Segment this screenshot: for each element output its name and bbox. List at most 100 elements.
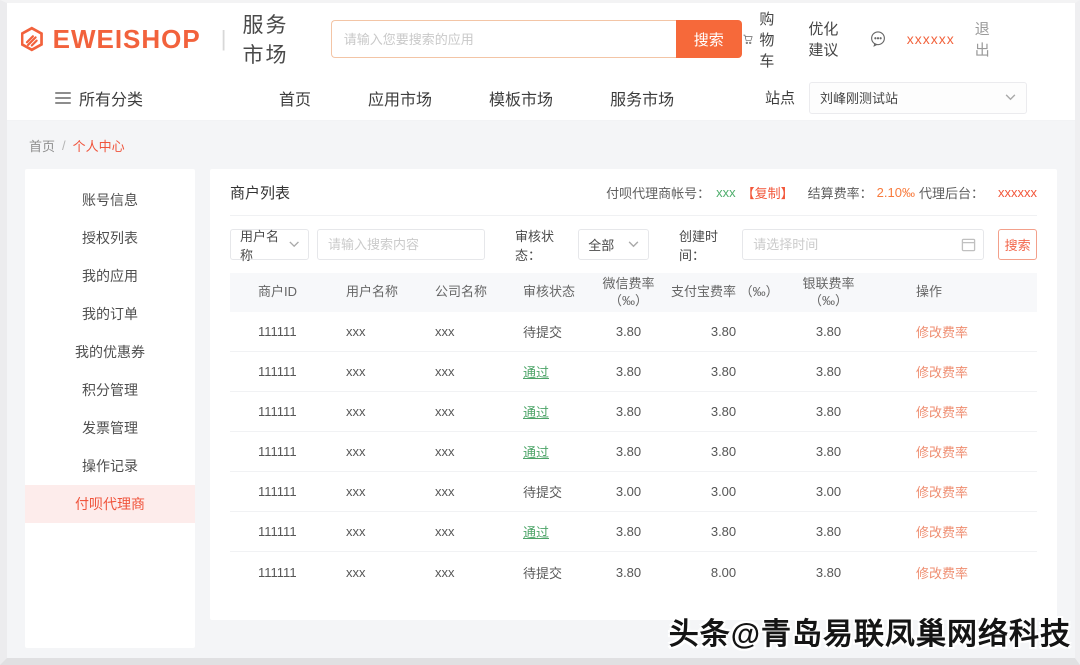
cell-audit-status[interactable]: 通过: [510, 522, 586, 541]
date-picker: [742, 229, 984, 260]
modify-rate-link[interactable]: 修改费率: [916, 405, 968, 420]
cell-merchant-id: 111111: [230, 484, 333, 499]
chevron-down-icon: [289, 241, 299, 248]
all-categories-menu[interactable]: 所有分类: [55, 86, 143, 110]
cell-user-name: xxx: [333, 404, 420, 419]
cell-audit-status[interactable]: 通过: [510, 362, 586, 381]
cell-company-name: xxx: [420, 364, 510, 379]
cell-wechat-rate: 3.80: [586, 444, 671, 459]
table-row: 111111xxxxxx待提交3.808.003.80修改费率: [230, 552, 1037, 592]
status-select[interactable]: 全部: [578, 229, 649, 260]
table-row: 111111xxxxxx待提交3.803.803.80修改费率: [230, 312, 1037, 352]
modify-rate-link[interactable]: 修改费率: [916, 325, 968, 340]
cell-user-name: xxx: [333, 364, 420, 379]
sidebar-item-5[interactable]: 我的优惠券: [25, 333, 195, 371]
status-badge[interactable]: 通过: [523, 365, 549, 380]
brand-name: EWEISHOP: [53, 24, 201, 55]
table-row: 111111xxxxxx待提交3.003.003.00修改费率: [230, 472, 1037, 512]
sidebar-item-9[interactable]: 付呗代理商: [25, 485, 195, 523]
column-header-8: 操作: [881, 284, 1037, 300]
chevron-down-icon: [628, 241, 639, 248]
cart-label: 购物车: [759, 8, 788, 71]
nav-item-3[interactable]: 模板市场: [489, 86, 553, 110]
cell-action: 修改费率: [881, 442, 1037, 461]
modify-rate-link[interactable]: 修改费率: [916, 566, 968, 581]
status-badge: 待提交: [523, 325, 562, 340]
cell-company-name: xxx: [420, 444, 510, 459]
status-select-value: 全部: [588, 235, 614, 254]
search-button[interactable]: 搜索: [676, 20, 742, 58]
cell-alipay-rate: 3.80: [671, 524, 776, 539]
breadcrumb-current: 个人中心: [73, 136, 125, 155]
search-input[interactable]: [331, 20, 676, 58]
search-field-select[interactable]: 用户名称: [230, 229, 309, 260]
cell-wechat-rate: 3.80: [586, 404, 671, 419]
cell-action: 修改费率: [881, 522, 1037, 541]
sidebar-item-1[interactable]: 账号信息: [25, 181, 195, 219]
cell-user-name: xxx: [333, 565, 420, 580]
sidebar-item-3[interactable]: 我的应用: [25, 257, 195, 295]
column-header-6: 支付宝费率 （‰）: [671, 284, 776, 300]
cell-wechat-rate: 3.00: [586, 484, 671, 499]
nav-item-1[interactable]: 首页: [279, 86, 311, 110]
account-name[interactable]: xxxxxx: [907, 31, 955, 47]
agent-backend-value[interactable]: xxxxxx: [998, 185, 1037, 200]
search-field-value: 用户名称: [240, 226, 289, 264]
logout-link[interactable]: 退出: [975, 18, 995, 60]
keyword-input[interactable]: [317, 229, 485, 260]
cell-company-name: xxx: [420, 484, 510, 499]
brand[interactable]: EWEISHOP | 服务市场: [21, 9, 295, 69]
site-group: 站点 刘峰刚测试站: [765, 82, 1027, 114]
header-right: 购物车 优化建议 xxxxxx 退出: [742, 8, 995, 71]
status-filter-label: 审核状态：: [515, 226, 568, 264]
status-badge[interactable]: 通过: [523, 525, 549, 540]
column-header-5: 微信费率 （‰）: [586, 276, 671, 309]
cell-wechat-rate: 3.80: [586, 324, 671, 339]
status-badge: 待提交: [523, 566, 562, 581]
cell-audit-status[interactable]: 通过: [510, 402, 586, 421]
cart-link[interactable]: 购物车: [742, 8, 789, 71]
cell-company-name: xxx: [420, 524, 510, 539]
cell-union-rate: 3.00: [776, 484, 881, 499]
cell-action: 修改费率: [881, 322, 1037, 341]
nav-item-2[interactable]: 应用市场: [368, 86, 432, 110]
sidebar-item-2[interactable]: 授权列表: [25, 219, 195, 257]
table-row: 111111xxxxxx通过3.803.803.80修改费率: [230, 352, 1037, 392]
date-input[interactable]: [742, 229, 984, 260]
cell-union-rate: 3.80: [776, 524, 881, 539]
site-select[interactable]: 刘峰刚测试站: [809, 82, 1027, 114]
suggest-label: 优化建议: [808, 18, 848, 60]
all-categories-label: 所有分类: [79, 86, 143, 110]
sidebar-item-8[interactable]: 操作记录: [25, 447, 195, 485]
brand-subtitle: 服务市场: [242, 9, 294, 69]
breadcrumb: 首页 / 个人中心: [7, 121, 1075, 169]
cell-action: 修改费率: [881, 402, 1037, 421]
column-header-4: 审核状态: [510, 284, 586, 300]
sidebar-item-6[interactable]: 积分管理: [25, 371, 195, 409]
filter-search-button[interactable]: 搜索: [998, 229, 1037, 260]
modify-rate-link[interactable]: 修改费率: [916, 485, 968, 500]
time-filter-label: 创建时间：: [679, 226, 732, 264]
nav-item-4[interactable]: 服务市场: [610, 86, 674, 110]
status-badge[interactable]: 通过: [523, 445, 549, 460]
content-area: 账号信息授权列表我的应用我的订单我的优惠券积分管理发票管理操作记录付呗代理商 商…: [7, 169, 1075, 648]
modify-rate-link[interactable]: 修改费率: [916, 525, 968, 540]
table-header-row: 商户ID用户名称公司名称审核状态微信费率 （‰）支付宝费率 （‰）银联费率 （‰…: [230, 273, 1037, 312]
sidebar-item-7[interactable]: 发票管理: [25, 409, 195, 447]
breadcrumb-home[interactable]: 首页: [29, 136, 55, 155]
suggest-link[interactable]: 优化建议: [808, 18, 848, 60]
modify-rate-link[interactable]: 修改费率: [916, 445, 968, 460]
cell-merchant-id: 111111: [230, 364, 333, 379]
sidebar-item-4[interactable]: 我的订单: [25, 295, 195, 333]
modify-rate-link[interactable]: 修改费率: [916, 365, 968, 380]
status-badge[interactable]: 通过: [523, 405, 549, 420]
agent-account-label: 付呗代理商帐号：: [606, 183, 710, 202]
cell-audit-status[interactable]: 通过: [510, 442, 586, 461]
column-header-1: 商户ID: [230, 284, 333, 300]
cell-audit-status: 待提交: [510, 563, 586, 582]
cell-alipay-rate: 8.00: [671, 565, 776, 580]
message-link[interactable]: [869, 30, 887, 48]
copy-button[interactable]: 【复制】: [742, 183, 794, 202]
panel-header: 商户列表 付呗代理商帐号： xxx 【复制】 结算费率： 2.10‰ 代理后台：…: [230, 169, 1037, 216]
column-header-3: 公司名称: [420, 284, 510, 300]
